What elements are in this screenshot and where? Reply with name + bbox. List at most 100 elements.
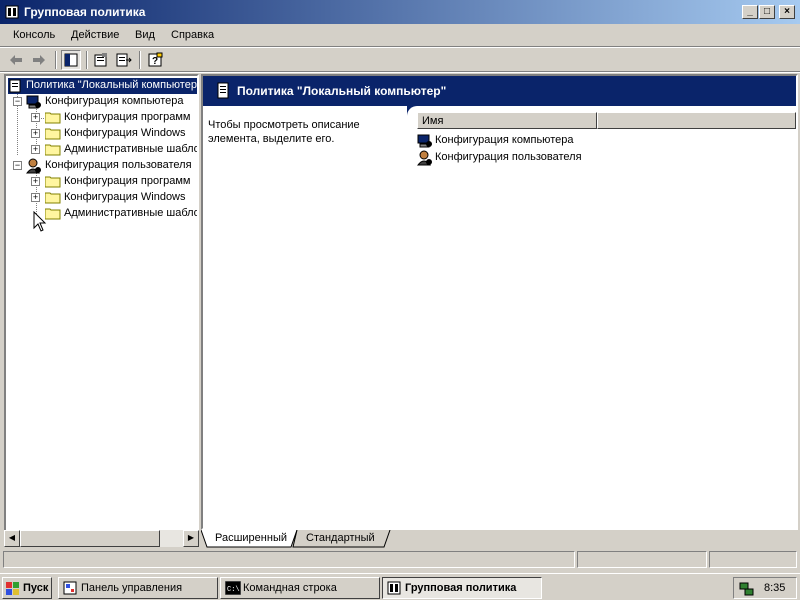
forward-button[interactable] [29, 50, 49, 70]
group-policy-icon [5, 5, 19, 19]
menu-help[interactable]: Справка [171, 29, 214, 41]
tree-user-config[interactable]: − Конфигурация пользователя [6, 158, 197, 174]
tree-item-label: Конфигурация пользователя [45, 159, 192, 171]
toolbar-separator [86, 51, 88, 69]
toolbar-separator-line [0, 71, 800, 73]
tree-root[interactable]: Политика "Локальный компьютер" [8, 78, 199, 94]
menu-bar: Консоль Действие Вид Справка [0, 26, 800, 46]
menu-action[interactable]: Действие [71, 29, 119, 41]
menu-view[interactable]: Вид [135, 29, 155, 41]
folder-icon [45, 208, 61, 220]
scroll-thumb[interactable] [20, 530, 160, 547]
list-item-label: Конфигурация пользователя [435, 151, 582, 163]
toolbar-separator [139, 51, 141, 69]
tree-computer-software[interactable]: + Конфигурация программ [6, 110, 197, 126]
column-name-header[interactable]: Имя [417, 112, 597, 129]
menu-separator [0, 46, 800, 48]
description-text: Чтобы просмотреть описание элемента, выд… [208, 119, 360, 145]
tree-root-label: Политика "Локальный компьютер" [26, 79, 199, 91]
back-arrow-icon [10, 55, 22, 65]
svg-text:?: ? [152, 56, 158, 67]
user-icon [26, 158, 41, 174]
computer-icon [26, 95, 41, 109]
control-panel-icon [63, 581, 77, 595]
collapse-icon[interactable]: − [13, 161, 22, 170]
show-hide-tree-icon [64, 53, 78, 67]
tree-item-label: Административные шаблоны [64, 143, 199, 155]
tab-standard[interactable]: Стандартный [297, 530, 387, 548]
svg-text:C:\: C:\ [227, 586, 240, 594]
title-bar[interactable]: Групповая политика _ □ × [0, 0, 800, 24]
export-list-button[interactable] [114, 50, 134, 70]
status-panel-2 [577, 551, 707, 568]
expand-icon[interactable]: + [31, 193, 40, 202]
system-tray: 8:35 [733, 577, 797, 599]
start-button[interactable]: Пуск [2, 577, 52, 599]
toolbar: ? [0, 49, 800, 71]
help-button[interactable]: ? [145, 50, 165, 70]
taskbar-control-panel[interactable]: Панель управления [58, 577, 218, 599]
help-icon: ? [148, 52, 163, 67]
forward-arrow-icon [33, 55, 45, 65]
windows-logo-icon [6, 582, 19, 595]
tree-item-label: Конфигурация Windows [64, 191, 186, 203]
folder-icon [45, 112, 61, 124]
user-icon [417, 150, 432, 166]
folder-icon [45, 128, 61, 140]
scroll-left-icon[interactable]: ◀ [4, 530, 20, 547]
status-panel-3 [709, 551, 797, 568]
taskbar: Пуск Панель управления C:\ Командная стр… [0, 573, 800, 600]
back-button[interactable] [6, 50, 26, 70]
folder-icon [45, 176, 61, 188]
tree-item-label: Конфигурация программ [64, 175, 191, 187]
tree-hscrollbar[interactable]: ◀ ▶ [4, 530, 199, 547]
tree-item-label: Конфигурация Windows [64, 127, 186, 139]
close-button[interactable]: × [779, 5, 795, 19]
tree-item-label: Административные шаблоны [64, 207, 199, 219]
policy-scroll-icon [217, 82, 229, 99]
taskbar-command-prompt[interactable]: C:\ Командная строка [220, 577, 380, 599]
status-bar [0, 549, 800, 569]
group-policy-icon [387, 581, 401, 595]
status-panel-main [3, 551, 575, 568]
tree-item-label: Конфигурация компьютера [45, 95, 184, 107]
expand-icon[interactable]: + [31, 129, 40, 138]
menu-console[interactable]: Консоль [13, 29, 55, 41]
collapse-icon[interactable]: − [13, 97, 22, 106]
mouse-cursor-icon [33, 211, 47, 232]
folder-icon [45, 192, 61, 204]
clock[interactable]: 8:35 [764, 582, 785, 594]
expand-icon[interactable]: + [31, 145, 40, 154]
window-title: Групповая политика [24, 5, 146, 19]
scroll-right-icon[interactable]: ▶ [183, 530, 199, 547]
computer-icon [417, 134, 432, 148]
details-pane: Политика "Локальный компьютер" Чтобы про… [201, 74, 798, 530]
expand-icon[interactable]: + [31, 177, 40, 186]
column-empty-header[interactable] [597, 112, 796, 129]
minimize-button[interactable]: _ [742, 5, 758, 19]
policy-scroll-icon [9, 79, 21, 93]
maximize-button[interactable]: □ [759, 5, 775, 19]
properties-button[interactable] [91, 50, 111, 70]
properties-icon [94, 53, 107, 67]
tree-computer-admin[interactable]: + Административные шаблоны [6, 142, 199, 158]
export-list-icon [116, 53, 132, 67]
expand-icon[interactable]: + [31, 113, 40, 122]
tree-user-software[interactable]: + Конфигурация программ [6, 174, 197, 190]
tab-extended[interactable]: Расширенный [207, 530, 293, 548]
tree-user-windows[interactable]: + Конфигурация Windows [6, 190, 197, 206]
console-tree[interactable]: Политика "Локальный компьютер" − Конфигу… [4, 74, 199, 547]
command-prompt-icon: C:\ [225, 581, 241, 595]
taskbar-group-policy[interactable]: Групповая политика [382, 577, 542, 599]
folder-icon [45, 144, 61, 156]
toolbar-separator [55, 51, 57, 69]
tree-item-label: Конфигурация программ [64, 111, 191, 123]
show-hide-tree-button[interactable] [61, 50, 81, 70]
network-icon[interactable] [739, 581, 755, 597]
group-policy-window: Групповая политика _ □ × Консоль Действи… [0, 0, 800, 573]
list-column-header: Имя [417, 112, 796, 129]
details-header: Политика "Локальный компьютер" [203, 76, 796, 106]
list-item-label: Конфигурация компьютера [435, 134, 574, 146]
tree-computer-config[interactable]: − Конфигурация компьютера [6, 94, 197, 110]
tree-computer-windows[interactable]: + Конфигурация Windows [6, 126, 197, 142]
